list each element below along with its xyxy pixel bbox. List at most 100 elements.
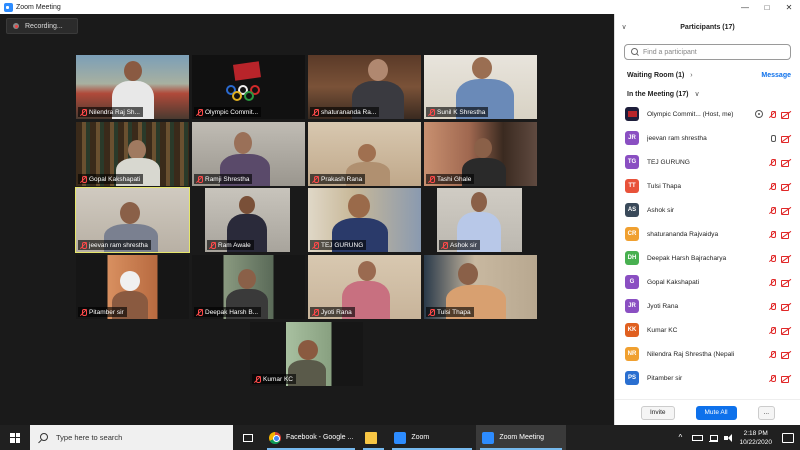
invite-button[interactable]: Invite xyxy=(641,405,675,420)
video-tile[interactable]: shaturananda Ra... xyxy=(308,55,421,119)
chevron-down-icon: ∨ xyxy=(694,91,700,98)
avatar: JR xyxy=(625,131,639,145)
mic-off-icon[interactable] xyxy=(768,230,776,238)
participant-name-label: Deepak Harsh B... xyxy=(194,307,262,317)
camera-off-icon[interactable] xyxy=(781,134,791,143)
taskbar-app-zoom[interactable]: Zoom xyxy=(388,425,476,450)
camera-off-icon[interactable] xyxy=(781,374,791,383)
start-button[interactable] xyxy=(0,425,30,450)
speaker-icon[interactable] xyxy=(724,433,733,442)
mic-off-icon[interactable] xyxy=(768,254,776,262)
more-options-button[interactable]: ... xyxy=(757,405,775,420)
video-tile[interactable]: Kumar KC xyxy=(250,322,363,386)
video-tile[interactable]: Tashi Ghale xyxy=(424,122,537,186)
waiting-room-section[interactable]: Waiting Room (1) › Message xyxy=(615,64,800,86)
camera-off-icon[interactable] xyxy=(781,182,791,191)
notifications-icon[interactable] xyxy=(782,432,794,443)
participant-row[interactable]: PS Pitamber sir xyxy=(615,366,800,390)
video-tile[interactable]: Gopal Kakshapati xyxy=(76,122,189,186)
mic-off-icon[interactable] xyxy=(768,374,776,382)
camera-off-icon[interactable] xyxy=(781,254,791,263)
video-tile[interactable]: Olympic Commit... xyxy=(192,55,305,119)
mic-off-icon[interactable] xyxy=(768,278,776,286)
task-view-icon xyxy=(243,433,253,442)
mic-on-icon[interactable] xyxy=(768,134,776,142)
video-tile[interactable]: Ashok sir xyxy=(437,188,522,252)
participant-row[interactable]: JR Jyoti Rana xyxy=(615,294,800,318)
minimize-button[interactable]: — xyxy=(734,3,756,12)
video-tile[interactable]: Prakash Rana xyxy=(308,122,421,186)
participant-name-label: jeevan ram shrestha xyxy=(78,240,151,250)
search-placeholder: Find a participant xyxy=(643,48,697,56)
video-tile[interactable]: Tulsi Thapa xyxy=(424,255,537,319)
in-meeting-section[interactable]: In the Meeting (17) ∨ xyxy=(615,86,800,102)
in-meeting-label: In the Meeting (17) xyxy=(627,90,689,98)
mute-all-button[interactable]: Mute All xyxy=(695,405,737,420)
participant-row[interactable]: JR jeevan ram shrestha xyxy=(615,126,800,150)
close-button[interactable]: ✕ xyxy=(778,3,800,12)
folder-icon xyxy=(365,431,378,444)
video-tile[interactable]: TEJ GURUNG xyxy=(308,188,421,252)
video-tile[interactable]: Pitamber sir xyxy=(76,255,189,319)
participant-row[interactable]: CR shaturananda Rajvaidya xyxy=(615,222,800,246)
video-tile[interactable]: Sunil K Shrestha xyxy=(424,55,537,119)
video-tile[interactable]: Ram Awale xyxy=(205,188,290,252)
camera-off-icon[interactable] xyxy=(781,350,791,359)
participant-row[interactable]: DH Deepak Harsh Bajracharya xyxy=(615,246,800,270)
camera-off-icon[interactable] xyxy=(781,158,791,167)
participant-name-label: shaturananda Ra... xyxy=(310,107,380,117)
participant-row[interactable]: TT Tulsi Thapa xyxy=(615,174,800,198)
camera-off-icon[interactable] xyxy=(781,206,791,215)
participant-row[interactable]: G Gopal Kakshapati xyxy=(615,270,800,294)
participant-row[interactable]: KK Kumar KC xyxy=(615,318,800,342)
task-view-button[interactable] xyxy=(233,425,263,450)
camera-off-icon[interactable] xyxy=(781,230,791,239)
taskbar-search-box[interactable]: Type here to search xyxy=(30,425,233,450)
video-tile[interactable]: Deepak Harsh B... xyxy=(192,255,305,319)
show-hidden-icons-icon[interactable] xyxy=(677,433,686,442)
muted-icon xyxy=(311,241,319,249)
video-tile-active-speaker[interactable]: jeevan ram shrestha xyxy=(75,187,190,253)
mic-off-icon[interactable] xyxy=(768,326,776,334)
title-bar: Zoom Meeting — □ ✕ xyxy=(0,0,800,14)
participant-name-label: Tashi Ghale xyxy=(426,174,475,184)
participant-row[interactable]: NR Nilendra Raj Shrestha (Nepali xyxy=(615,342,800,366)
participant-row[interactable]: TG TEJ GURUNG xyxy=(615,150,800,174)
taskbar-clock[interactable]: 2:18 PM 10/22/2020 xyxy=(739,429,772,447)
avatar: AS xyxy=(625,203,639,217)
participant-name-label: Olympic Commit... xyxy=(194,107,262,117)
video-tile[interactable]: Nilendra Raj Sh... xyxy=(76,55,189,119)
mic-off-icon[interactable] xyxy=(768,158,776,166)
taskbar-app-chrome[interactable]: Facebook - Google ... xyxy=(263,425,359,450)
participant-name-label: Ashok sir xyxy=(439,240,480,250)
window-controls: — □ ✕ xyxy=(734,3,800,12)
camera-off-icon[interactable] xyxy=(781,326,791,335)
video-tile[interactable]: Ramji Shrestha xyxy=(192,122,305,186)
mic-off-icon[interactable] xyxy=(768,182,776,190)
video-tile[interactable]: Jyoti Rana xyxy=(308,255,421,319)
taskbar-app-file-explorer[interactable] xyxy=(359,425,388,450)
waiting-room-label: Waiting Room (1) xyxy=(627,71,685,79)
recording-indicator[interactable]: Recording... xyxy=(6,18,78,34)
camera-off-icon[interactable] xyxy=(781,302,791,311)
muted-icon xyxy=(253,375,261,383)
windows-taskbar: Type here to search Facebook - Google ..… xyxy=(0,425,800,450)
participant-row[interactable]: AS Ashok sir xyxy=(615,198,800,222)
maximize-button[interactable]: □ xyxy=(756,3,778,12)
mic-off-icon[interactable] xyxy=(768,206,776,214)
camera-off-icon[interactable] xyxy=(781,110,791,119)
avatar xyxy=(625,107,639,121)
network-icon[interactable] xyxy=(709,434,719,442)
camera-off-icon[interactable] xyxy=(781,278,791,287)
participant-search-input[interactable]: Find a participant xyxy=(624,44,791,60)
muted-icon xyxy=(311,108,319,116)
participant-row[interactable]: Olympic Commit... (Host, me) xyxy=(615,102,800,126)
mic-off-icon[interactable] xyxy=(768,302,776,310)
mic-off-icon[interactable] xyxy=(768,350,776,358)
video-gallery: Recording... Nilendra Raj Sh... Olympic … xyxy=(0,14,614,425)
mic-off-icon[interactable] xyxy=(768,110,776,118)
collapse-panel-icon[interactable]: ∨ xyxy=(615,23,633,31)
taskbar-app-zoom-meeting[interactable]: Zoom Meeting xyxy=(476,425,567,450)
battery-icon[interactable] xyxy=(692,434,704,441)
message-button[interactable]: Message xyxy=(761,72,791,79)
